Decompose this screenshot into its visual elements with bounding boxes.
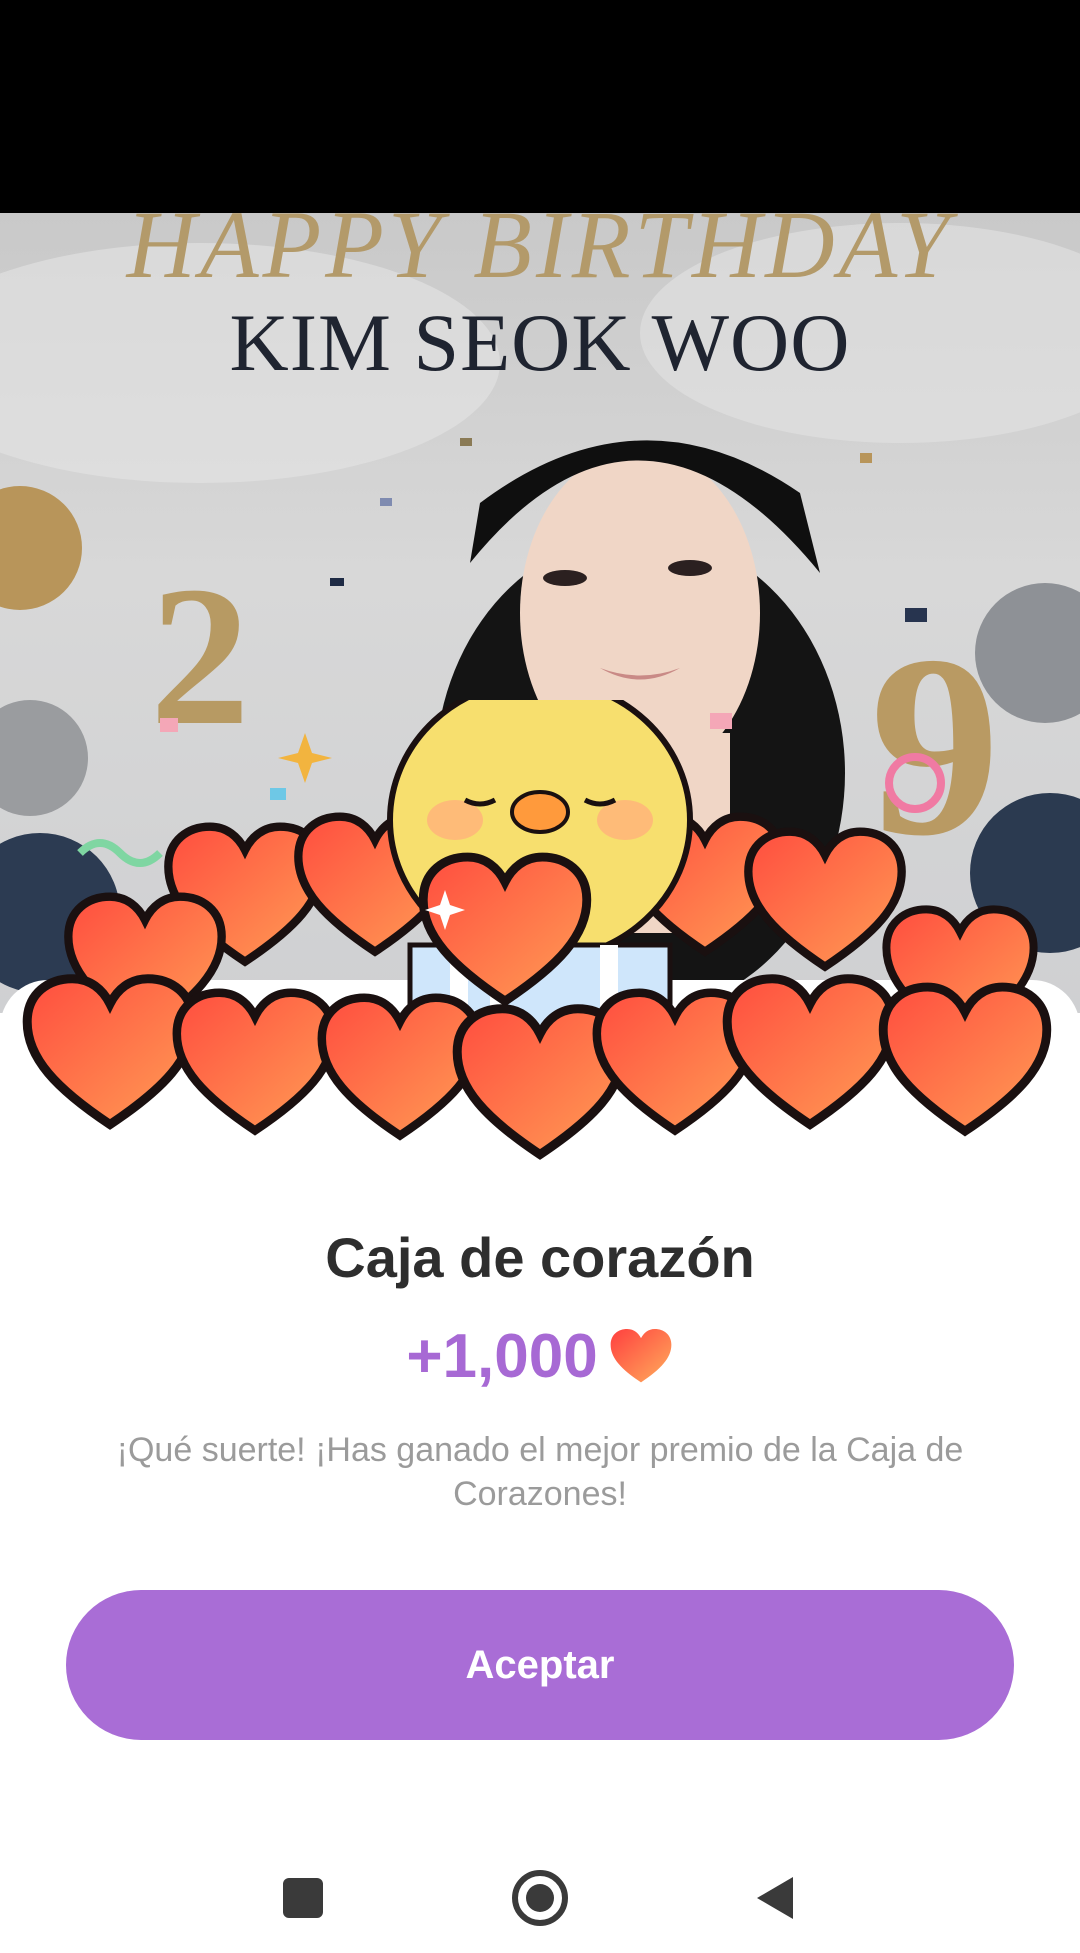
heart-pile-art: [0, 667, 1080, 1180]
status-bar: [0, 0, 1080, 213]
banner-title-name: KIM SEOK WOO: [229, 297, 851, 388]
accept-button[interactable]: Aceptar: [66, 1590, 1014, 1740]
heart-icon: [610, 1328, 672, 1383]
system-nav-bar: [0, 1840, 1080, 1953]
back-triangle-icon[interactable]: [734, 1858, 814, 1938]
reward-amount-row: +1,000: [0, 1318, 1080, 1394]
reward-title: Caja de corazón: [325, 1226, 755, 1289]
recents-square-icon[interactable]: [263, 1858, 343, 1938]
home-circle-icon[interactable]: [500, 1858, 580, 1938]
gold-balloon: [0, 486, 82, 610]
banner-title-happy-birthday: HAPPY BIRTHDAY: [126, 213, 954, 298]
reward-message: ¡Qué suerte! ¡Has ganado el mejor premio…: [116, 1431, 964, 1513]
reward-amount: +1,000: [406, 1321, 598, 1391]
heart-box-illustration: [0, 667, 1080, 1180]
